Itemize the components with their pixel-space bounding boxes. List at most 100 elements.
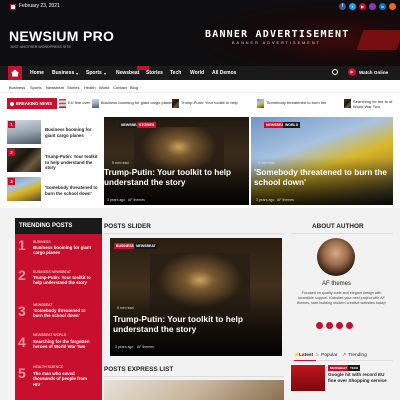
instagram-icon[interactable] — [369, 3, 376, 10]
about-heading: ABOUT AUTHOR — [312, 223, 364, 230]
slider-author[interactable]: AF themes — [137, 345, 154, 349]
trending-category[interactable]: NEWSBEAT — [33, 303, 52, 307]
nav-all-demos[interactable]: All Demos — [212, 70, 236, 76]
trending-number: 5 — [18, 365, 26, 381]
subnav-world[interactable]: World — [99, 85, 109, 90]
nav-stories[interactable]: Stories — [146, 70, 163, 76]
hero-main-date: 3 years ago — [107, 198, 126, 202]
ticker-thumb[interactable] — [257, 99, 264, 108]
nav-home[interactable]: Home — [30, 70, 44, 76]
calendar-icon — [10, 4, 16, 10]
side-list-title[interactable]: Trump-Putin: Your toolkit to help unders… — [45, 154, 100, 171]
nav-business[interactable]: Business — [52, 70, 74, 76]
chevron-down-icon: ▾ — [76, 71, 79, 76]
trending-category[interactable]: BUSINESS — [33, 240, 51, 244]
trending-number: 3 — [18, 303, 26, 319]
subnav-stories[interactable]: Stories — [67, 85, 79, 90]
banner-ad-title[interactable]: BANNER ADVERTISEMENT — [205, 29, 349, 40]
tab-post-tag[interactable]: TECH — [348, 365, 361, 371]
side-list-title[interactable]: Business booming for giant cargo planes — [45, 127, 100, 138]
hero-main-read-time: 5 min read — [112, 161, 129, 165]
slider-tag[interactable]: NEWSBEAT — [134, 243, 158, 249]
facebook-icon[interactable] — [316, 322, 323, 329]
youtube-icon[interactable]: ▶ — [359, 3, 366, 10]
side-list-title[interactable]: 'Somebody threatened to burn the school … — [45, 185, 100, 196]
author-bio: Focused on quality code and elegant desi… — [297, 291, 386, 305]
slider-title[interactable]: Trump-Putin: Your toolkit to help unders… — [113, 314, 278, 334]
home-icon-button[interactable] — [8, 66, 22, 80]
subnav-health[interactable]: Health — [84, 85, 96, 90]
author-name[interactable]: AF themes — [322, 281, 351, 287]
slider-date: 3 years ago — [115, 345, 134, 349]
tab-post-thumb[interactable] — [291, 365, 325, 391]
watch-online-link[interactable]: Watch Online — [359, 70, 388, 75]
trending-category[interactable]: NEWSBEAT WORLD — [33, 333, 66, 337]
breaking-news-text: BREAKING NEWS — [16, 101, 53, 106]
hero-main-title[interactable]: Trump-Putin: Your toolkit to help unders… — [104, 168, 244, 188]
tab-post-tag[interactable]: NEWSBEAT — [328, 365, 349, 371]
trending-title[interactable]: 'Somebody threatened to burn the school … — [33, 308, 93, 319]
nav-tech[interactable]: Tech — [170, 70, 181, 76]
subnav-contact[interactable]: Contact — [113, 85, 127, 90]
home-icon — [11, 69, 19, 77]
side-list-number: 3 — [8, 178, 15, 185]
youtube-icon[interactable] — [336, 322, 343, 329]
subnav-sports[interactable]: Sports — [30, 85, 42, 90]
tab-latest[interactable]: Latest — [299, 353, 313, 358]
ticker-item[interactable]: 'Somebody threatened to burn the — [266, 100, 326, 105]
header: February 23, 2021 f t ▶ in NEWSIUM PRO J… — [0, 0, 400, 66]
site-title[interactable]: NEWSIUM PRO — [9, 28, 114, 44]
hero-side-title[interactable]: 'Somebody threatened to burn the school … — [254, 168, 392, 188]
express-thumb[interactable] — [104, 380, 284, 400]
ticker-thumb[interactable] — [59, 99, 66, 108]
trending-category[interactable]: HEALTH SCIENCE — [33, 365, 63, 369]
fire-icon: ♨ — [315, 352, 320, 358]
linkedin-icon[interactable]: in — [379, 3, 386, 10]
trending-title[interactable]: Searching for the forgotten heroes of Wo… — [33, 339, 93, 350]
ticker-item[interactable]: Searching for the fo of World War Two — [353, 99, 398, 110]
watch-online-icon[interactable]: ▶ — [348, 68, 356, 76]
ticker-thumb[interactable] — [344, 99, 351, 108]
ticker-item[interactable]: Business booming for giant cargo planes — [101, 100, 173, 105]
trending-title[interactable]: Trump-Putin: Your toolkit to help unders… — [33, 275, 93, 286]
hero-side-tag[interactable]: WORLD — [283, 122, 301, 128]
subnav-business[interactable]: Business — [9, 85, 25, 90]
ticker-thumb[interactable] — [92, 99, 99, 108]
site-tagline: JUST ANOTHER WORDPRESS SITE — [10, 45, 71, 49]
twitter-icon[interactable]: t — [349, 3, 356, 10]
tab-popular[interactable]: Popular — [321, 353, 338, 358]
twitter-icon[interactable] — [326, 322, 333, 329]
nav-world[interactable]: World — [190, 70, 204, 76]
trending-number: 2 — [18, 267, 26, 283]
trending-title[interactable]: Business booming for giant cargo planes — [33, 245, 93, 256]
subnav-blog[interactable]: Blog — [130, 85, 138, 90]
nav-newsbeat[interactable]: Newsbeat — [116, 70, 139, 76]
hero-side-read-time: 5 min read — [258, 161, 275, 165]
trending-icon: ↗ — [342, 352, 347, 358]
trending-number: 4 — [18, 334, 26, 350]
hero-main-tag[interactable]: STORIES — [137, 122, 157, 128]
hero-main-author[interactable]: AF themes — [128, 198, 145, 202]
trending-number: 1 — [18, 237, 26, 253]
search-icon[interactable] — [332, 69, 338, 75]
slider-card[interactable] — [110, 238, 282, 356]
facebook-icon[interactable]: f — [339, 3, 346, 10]
ticker-item[interactable]: EU fine over — [68, 100, 90, 105]
top-date: February 23, 2021 — [19, 3, 60, 9]
ticker-item[interactable]: Trump-Putin: Your toolkit to help — [181, 100, 238, 105]
subnav-newsbeat[interactable]: Newsbeat — [46, 85, 64, 90]
tab-trending[interactable]: Trending — [348, 353, 367, 358]
author-avatar[interactable] — [317, 238, 355, 276]
hot-badge — [137, 66, 149, 70]
rss-icon[interactable] — [389, 3, 396, 10]
tab-post-title[interactable]: Google hit with record EU fine over Shop… — [328, 372, 392, 383]
trending-title[interactable]: The man who saved thousands of people fr… — [33, 371, 93, 387]
ticker-thumb[interactable] — [172, 99, 179, 108]
instagram-icon[interactable] — [346, 322, 353, 329]
side-list-number: 1 — [8, 121, 15, 128]
nav-sports[interactable]: Sports — [86, 70, 102, 76]
hero-side-author[interactable]: AF themes — [277, 198, 294, 202]
slider-tag[interactable]: BUSINESS — [114, 243, 136, 249]
trending-category[interactable]: BUSINESS NEWSBEAT — [33, 270, 71, 274]
trending-heading: TRENDING POSTS — [19, 223, 73, 229]
